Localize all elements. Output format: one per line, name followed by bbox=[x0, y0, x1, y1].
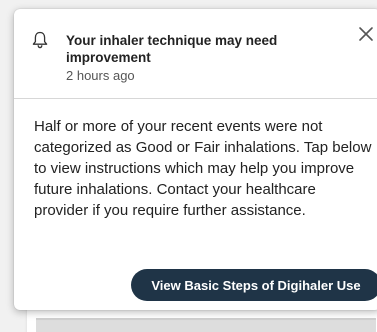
view-basic-steps-button[interactable]: View Basic Steps of Digihaler Use bbox=[131, 269, 377, 301]
screen: Your inhaler technique may need improvem… bbox=[0, 0, 377, 332]
notification-title: Your inhaler technique may need improvem… bbox=[66, 33, 278, 65]
notification-timestamp: 2 hours ago bbox=[66, 68, 135, 83]
background-card-edge bbox=[36, 318, 376, 332]
notification-message: Half or more of your recent events were … bbox=[34, 118, 372, 219]
notification-header: Your inhaler technique may need improvem… bbox=[14, 9, 377, 99]
close-icon[interactable] bbox=[357, 25, 375, 43]
bell-icon bbox=[32, 31, 48, 49]
notification-popup: Your inhaler technique may need improvem… bbox=[14, 9, 377, 310]
